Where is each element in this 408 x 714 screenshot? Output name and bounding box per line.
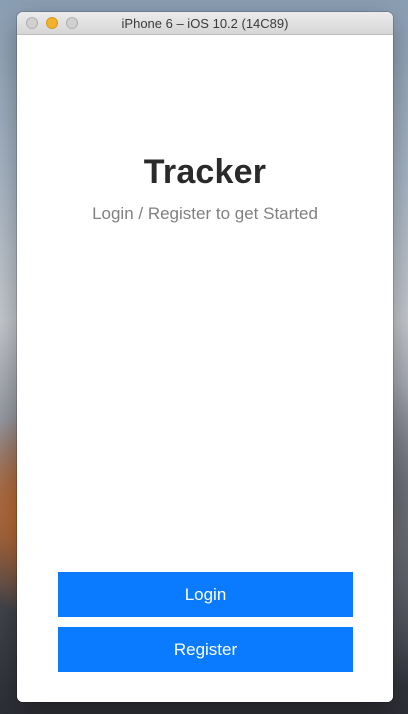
app-subtitle: Login / Register to get Started [92,204,318,223]
zoom-traffic-light-icon[interactable] [66,17,78,29]
app-screen: Tracker Login / Register to get Started … [17,35,393,702]
simulator-window: iPhone 6 – iOS 10.2 (14C89) Tracker Logi… [17,12,393,702]
window-title: iPhone 6 – iOS 10.2 (14C89) [121,15,289,31]
login-button[interactable]: Login [58,572,353,617]
window-titlebar[interactable]: iPhone 6 – iOS 10.2 (14C89) [17,12,393,35]
minimize-traffic-light-icon[interactable] [46,17,58,29]
register-button[interactable]: Register [58,627,353,672]
close-traffic-light-icon[interactable] [26,17,38,29]
app-title: Tracker [143,153,267,191]
window-controls [26,17,78,29]
